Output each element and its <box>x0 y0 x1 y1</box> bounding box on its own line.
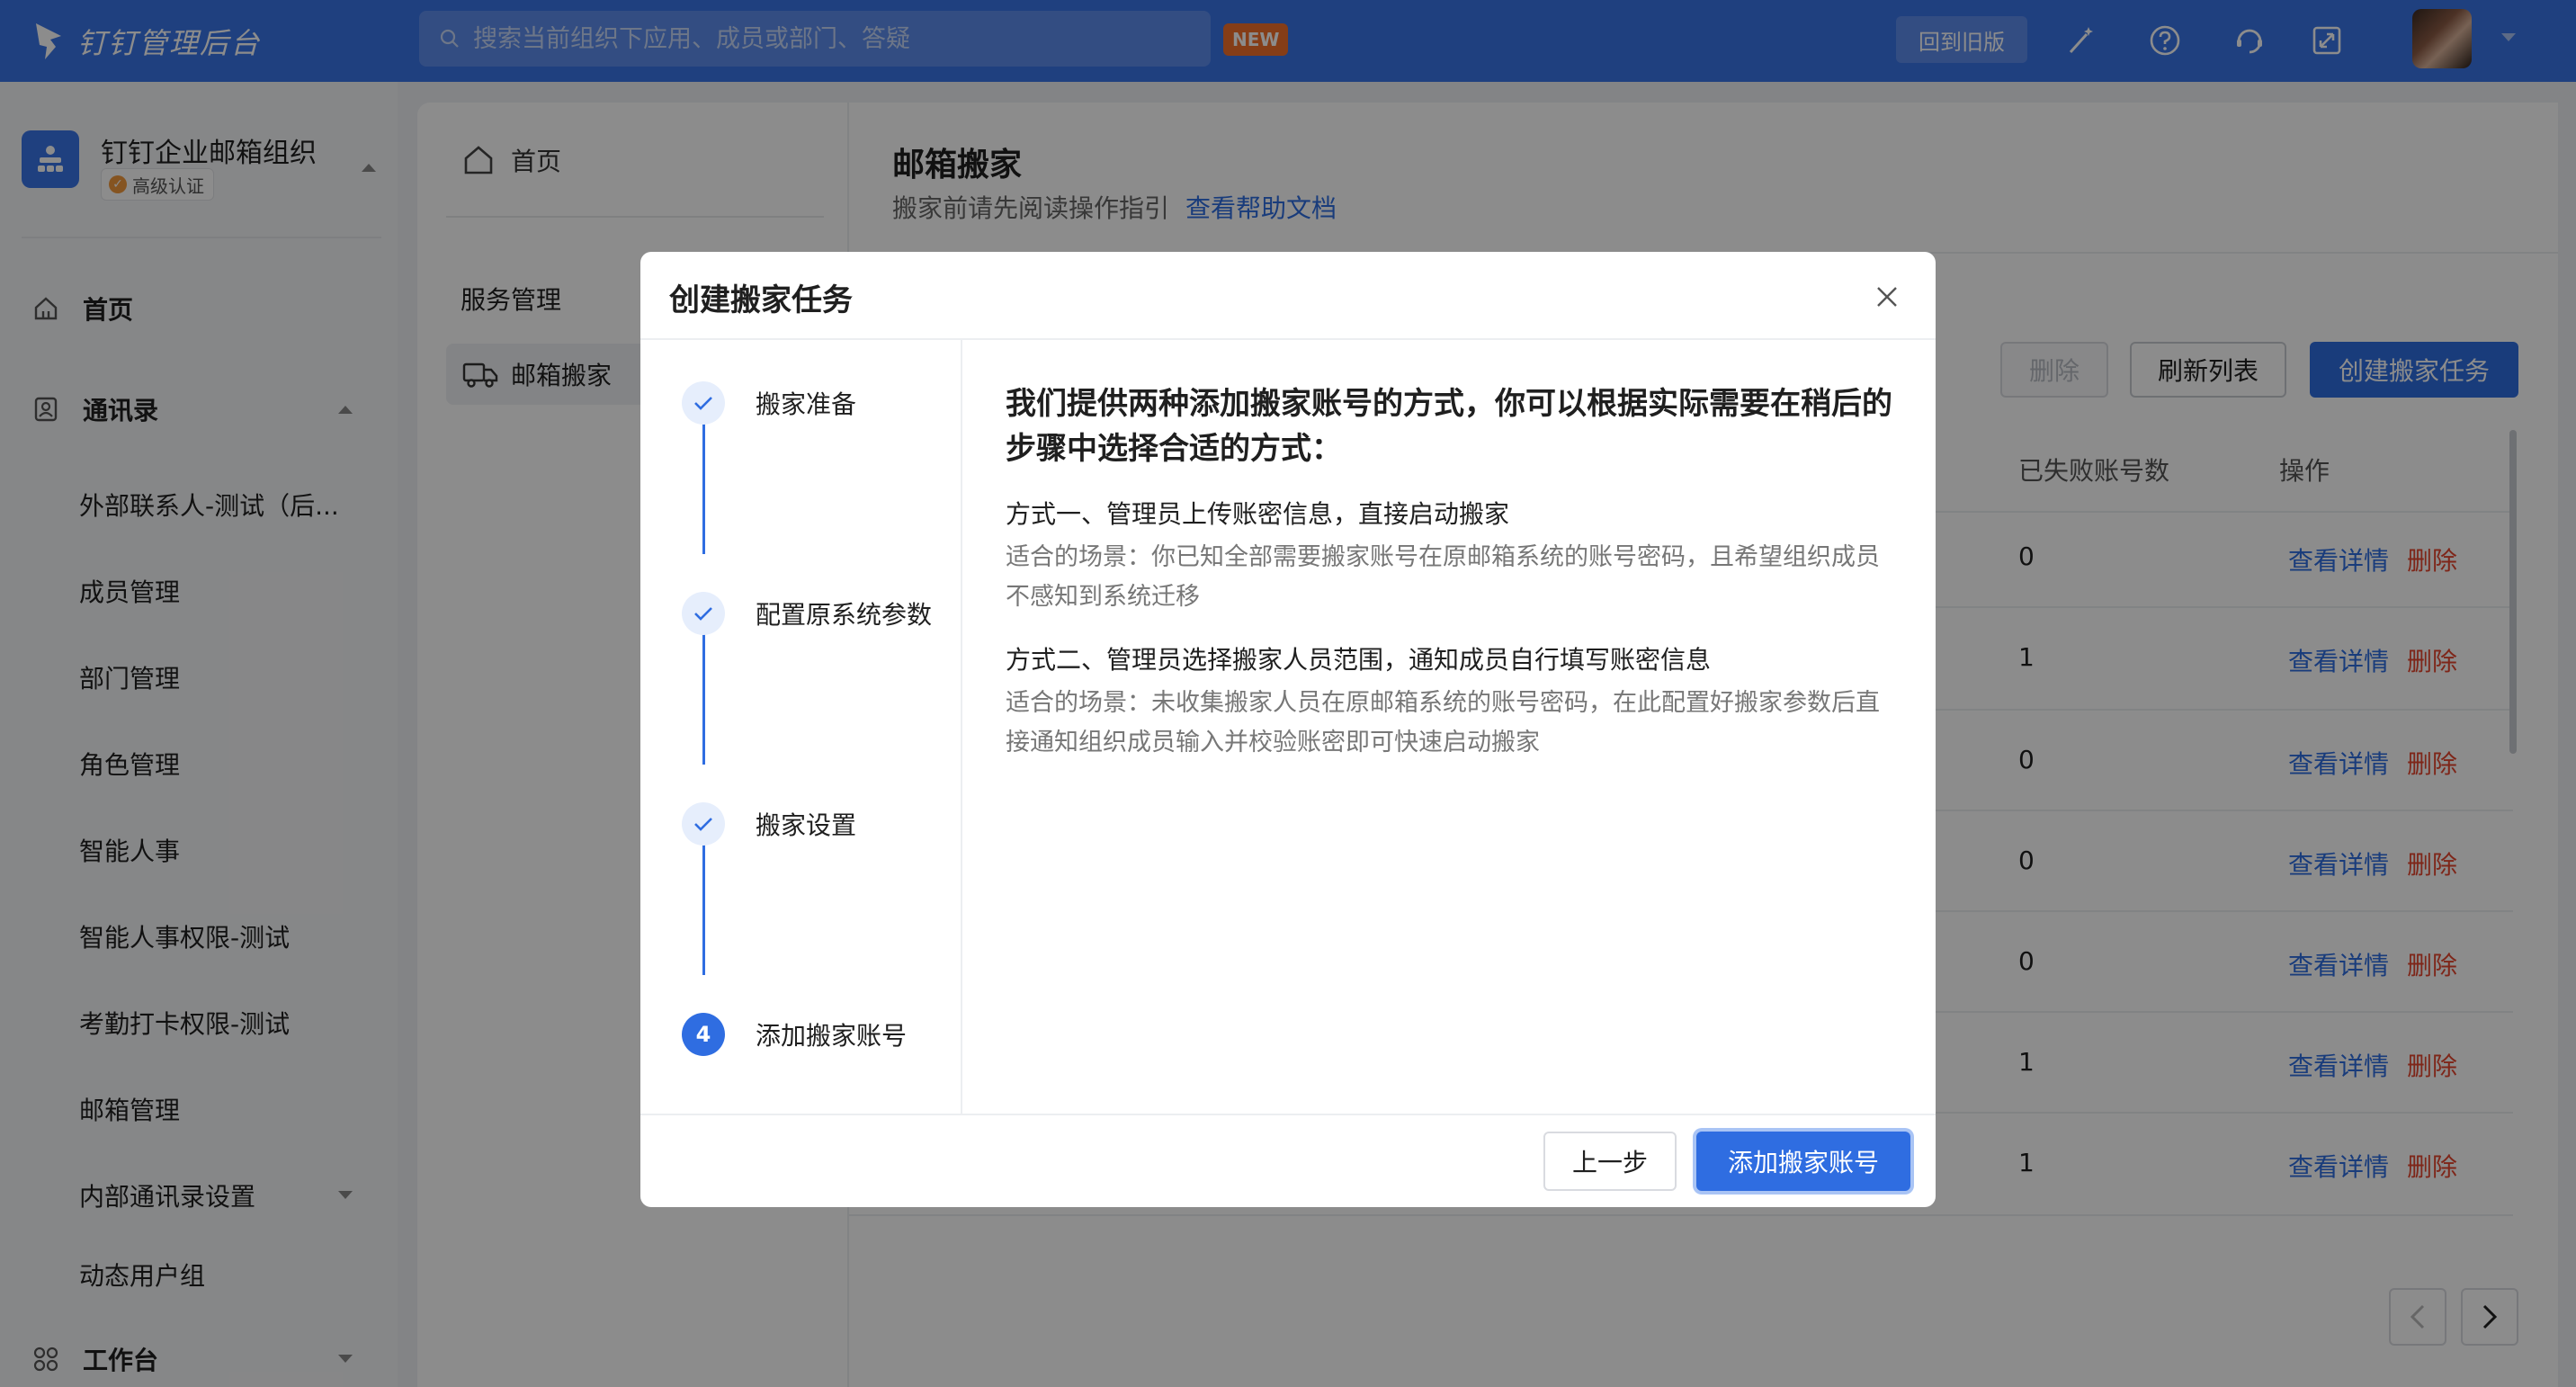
step-number: 4 <box>682 1013 725 1056</box>
divider <box>640 338 1936 340</box>
create-migration-task-dialog: 创建搬家任务 搬家准备 配置原系统参数 搬家设置 4 添加搬家账号 我们提供两种… <box>640 252 1936 1207</box>
method-two-description: 适合的场景：未收集搬家人员在原邮箱系统的账号密码，在此配置好搬家参数后直接通知组… <box>1006 689 1880 756</box>
dialog-title: 创建搬家任务 <box>669 282 853 318</box>
method-two-title: 方式二、管理员选择搬家人员范围，通知成员自行填写账密信息 <box>1006 645 1712 675</box>
step-connector <box>702 403 705 554</box>
divider <box>961 340 962 1114</box>
step-source-config: 配置原系统参数 <box>682 592 932 635</box>
step-label: 搬家设置 <box>756 810 857 840</box>
step-label: 添加搬家账号 <box>756 1021 908 1051</box>
step-connector <box>702 824 705 975</box>
step-label: 搬家准备 <box>756 389 857 419</box>
add-migration-accounts-button[interactable]: 添加搬家账号 <box>1696 1132 1910 1191</box>
dialog-heading: 我们提供两种添加搬家账号的方式，你可以根据实际需要在稍后的步骤中选择合适的方式： <box>1006 386 1892 467</box>
step-label: 配置原系统参数 <box>756 600 933 630</box>
step-add-accounts: 4 添加搬家账号 <box>682 1013 907 1056</box>
previous-step-button[interactable]: 上一步 <box>1543 1132 1677 1191</box>
method-one-description: 适合的场景：你已知全部需要搬家账号在原邮箱系统的账号密码，且希望组织成员不感知到… <box>1006 543 1880 611</box>
step-migration-settings: 搬家设置 <box>682 802 856 846</box>
divider <box>640 1114 1936 1115</box>
check-icon <box>682 381 725 425</box>
step-migration-prep: 搬家准备 <box>682 381 856 425</box>
close-icon[interactable] <box>1869 279 1905 315</box>
dialog-body: 我们提供两种添加搬家账号的方式，你可以根据实际需要在稍后的步骤中选择合适的方式：… <box>1006 381 1896 763</box>
step-connector <box>702 613 705 765</box>
check-icon <box>682 592 725 635</box>
method-one-title: 方式一、管理员上传账密信息，直接启动搬家 <box>1006 499 1510 529</box>
check-icon <box>682 802 725 846</box>
